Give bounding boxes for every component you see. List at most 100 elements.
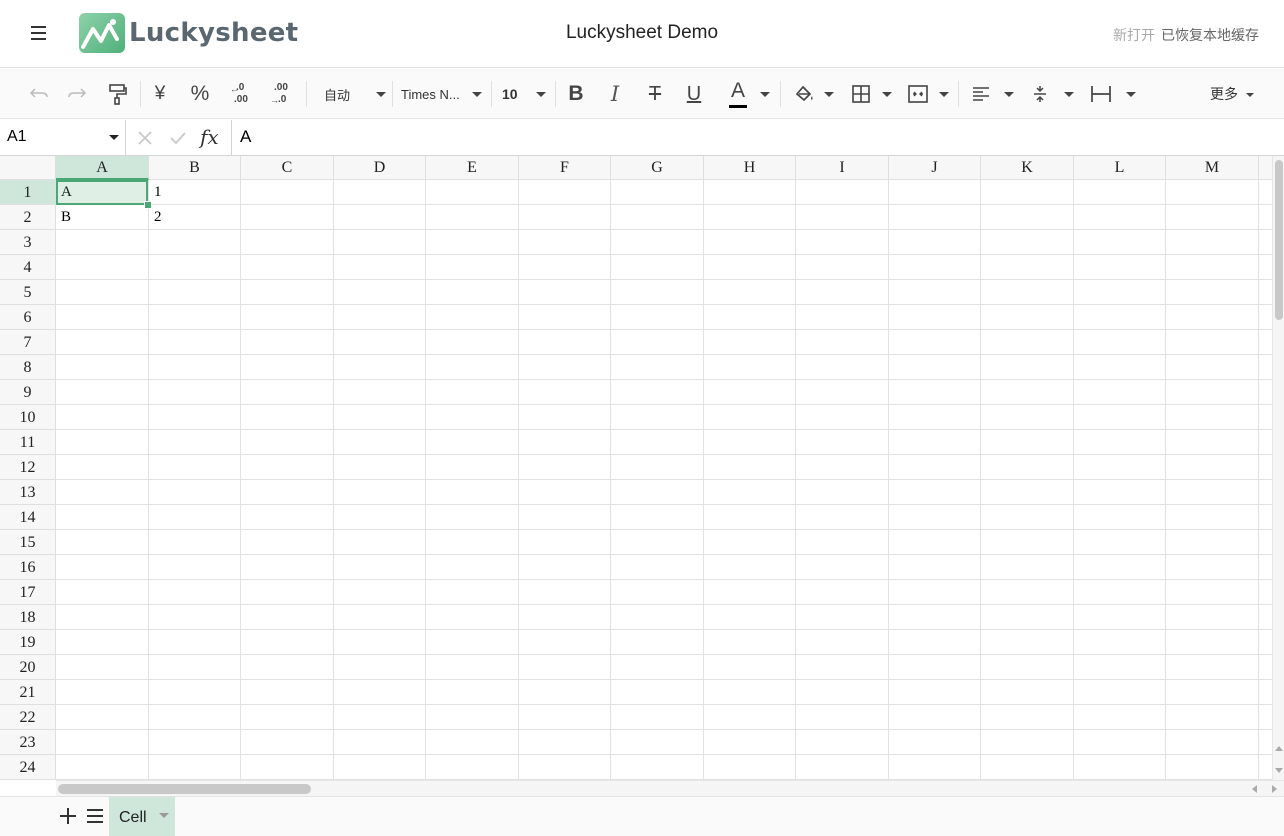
redo-icon (68, 88, 87, 98)
percent-format-button[interactable]: % (187, 79, 213, 109)
grid-column-line (703, 180, 704, 780)
cell-a2[interactable]: B (56, 205, 71, 230)
bold-button[interactable]: B (564, 79, 588, 109)
row-header-9[interactable]: 9 (0, 380, 55, 405)
row-header-13[interactable]: 13 (0, 480, 55, 505)
row-header-7[interactable]: 7 (0, 330, 55, 355)
column-header-j[interactable]: J (889, 156, 981, 180)
row-header-1[interactable]: 1 (0, 180, 55, 205)
chevron-down-icon (109, 135, 119, 140)
column-header-e[interactable]: E (426, 156, 519, 180)
row-header-20[interactable]: 20 (0, 655, 55, 680)
fill-color-button[interactable] (790, 79, 836, 109)
toolbar-separator (780, 81, 781, 107)
horizontal-scroll-thumb[interactable] (58, 784, 311, 794)
row-header-23[interactable]: 23 (0, 730, 55, 755)
italic-button[interactable]: I (603, 79, 627, 109)
column-header-h[interactable]: H (704, 156, 796, 180)
scroll-down-icon[interactable] (1275, 768, 1283, 773)
document-title: Luckysheet Demo (565, 22, 719, 43)
row-header-12[interactable]: 12 (0, 455, 55, 480)
column-header-l[interactable]: L (1074, 156, 1166, 180)
merge-cells-icon (908, 85, 928, 103)
column-header-i[interactable]: I (796, 156, 889, 180)
increase-decimal-button[interactable]: .00 → .0 (266, 79, 294, 109)
text-color-button[interactable]: A (724, 79, 774, 109)
column-header-b[interactable]: B (149, 156, 241, 180)
scroll-left-icon[interactable] (1252, 785, 1257, 793)
confirm-edit-icon[interactable] (168, 128, 188, 148)
more-button[interactable]: 更多 (1204, 79, 1260, 109)
sheet-list-icon[interactable] (84, 805, 106, 827)
toolbar-separator (555, 81, 556, 107)
cell-area[interactable]: A1B2 (56, 180, 1272, 780)
row-header-18[interactable]: 18 (0, 605, 55, 630)
sheet-tab-cell[interactable]: Cell (109, 797, 175, 836)
grid-column-line (980, 180, 981, 780)
grid-row-line (56, 704, 1272, 705)
formula-input[interactable]: A (231, 120, 1284, 155)
strikethrough-button[interactable]: T (642, 79, 668, 109)
number-format-value: 自动 (324, 87, 351, 103)
row-header-19[interactable]: 19 (0, 630, 55, 655)
grid-row-line (56, 629, 1272, 630)
scroll-up-icon[interactable] (1275, 746, 1283, 751)
insert-function-icon[interactable]: fx (200, 125, 219, 149)
sheet-tab-label: Cell (119, 809, 147, 826)
horizontal-scrollbar[interactable] (56, 780, 1284, 796)
column-header-m[interactable]: M (1166, 156, 1259, 180)
add-sheet-icon[interactable] (57, 805, 79, 827)
grid-row-line (56, 354, 1272, 355)
underline-button[interactable]: U (681, 79, 707, 109)
grid-row-line (56, 554, 1272, 555)
decrease-decimal-button[interactable]: .0 ← .00 (226, 79, 254, 109)
toolbar-separator (140, 81, 141, 107)
cell-name-box[interactable]: A1 (0, 120, 126, 155)
row-header-17[interactable]: 17 (0, 580, 55, 605)
border-button[interactable] (848, 79, 894, 109)
row-header-15[interactable]: 15 (0, 530, 55, 555)
row-header-10[interactable]: 10 (0, 405, 55, 430)
row-header-6[interactable]: 6 (0, 305, 55, 330)
vertical-scrollbar[interactable] (1272, 156, 1284, 780)
row-header-21[interactable]: 21 (0, 680, 55, 705)
format-painter-button[interactable] (104, 79, 130, 109)
row-header-8[interactable]: 8 (0, 355, 55, 380)
row-header-2[interactable]: 2 (0, 205, 55, 230)
vertical-align-button[interactable] (1028, 79, 1076, 109)
grid-row-line (56, 529, 1272, 530)
row-header-14[interactable]: 14 (0, 505, 55, 530)
row-header-16[interactable]: 16 (0, 555, 55, 580)
column-header-d[interactable]: D (334, 156, 426, 180)
column-header-f[interactable]: F (519, 156, 611, 180)
toolbar-separator (392, 81, 393, 107)
column-header-c[interactable]: C (241, 156, 334, 180)
row-header-3[interactable]: 3 (0, 230, 55, 255)
number-format-dropdown[interactable]: 自动 (316, 79, 388, 109)
column-header-a[interactable]: A (56, 156, 149, 180)
select-all-corner[interactable] (0, 156, 56, 180)
font-family-dropdown[interactable]: Times N... (396, 79, 488, 109)
scroll-right-icon[interactable] (1272, 785, 1277, 793)
undo-button[interactable] (26, 79, 52, 109)
text-wrap-button[interactable] (1088, 79, 1138, 109)
merge-cells-button[interactable] (905, 79, 953, 109)
row-header-11[interactable]: 11 (0, 430, 55, 455)
text-color-glyph: A (731, 79, 746, 102)
fill-handle[interactable] (144, 201, 152, 209)
horizontal-align-button[interactable] (968, 79, 1016, 109)
toolbar: ¥ % .0 ← .00 .00 → .0 自动 Times N... 10 B… (0, 69, 1284, 119)
vertical-scroll-thumb[interactable] (1275, 160, 1283, 320)
chevron-down-icon (1004, 92, 1014, 97)
column-header-k[interactable]: K (981, 156, 1074, 180)
currency-format-button[interactable]: ¥ (148, 79, 172, 109)
row-header-24[interactable]: 24 (0, 755, 55, 780)
column-header-g[interactable]: G (611, 156, 704, 180)
font-size-dropdown[interactable]: 10 (496, 79, 550, 109)
redo-button[interactable] (64, 79, 90, 109)
grid-row-line (56, 729, 1272, 730)
row-header-5[interactable]: 5 (0, 280, 55, 305)
row-header-22[interactable]: 22 (0, 705, 55, 730)
cancel-edit-icon[interactable] (135, 128, 155, 148)
row-header-4[interactable]: 4 (0, 255, 55, 280)
